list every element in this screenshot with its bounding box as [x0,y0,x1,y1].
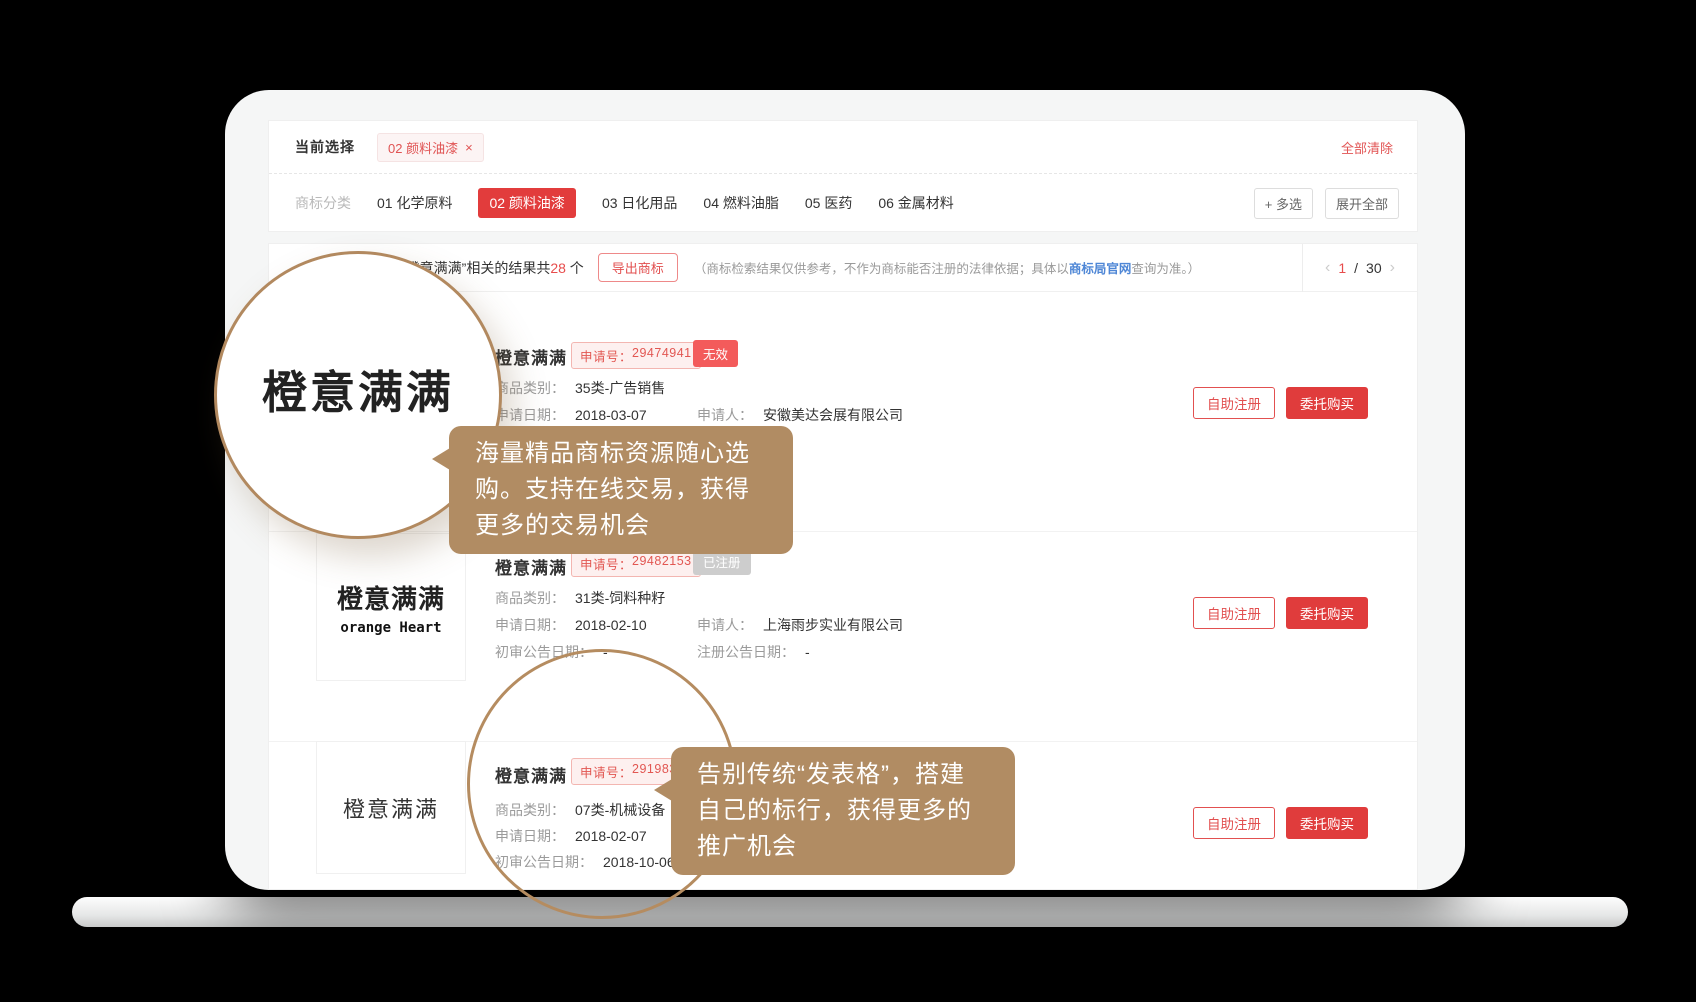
expand-all-button[interactable]: 展开全部 [1325,188,1399,219]
export-trademark-button[interactable]: 导出商标 [598,253,678,282]
category-item-05[interactable]: 05 医药 [805,193,852,213]
self-register-button-row2[interactable]: 自助注册 [1193,597,1275,629]
category-item-03[interactable]: 03 日化用品 [602,193,677,213]
total-pages: 30 [1366,260,1382,276]
magnified-trademark-text: 橙意满满 [262,356,454,421]
trademark-logo-subtext: orange Heart [340,620,441,636]
callout-bubble-promotion: 告别传统“发表格”，搭建自己的标行，获得更多的推广机会 [671,747,1015,875]
self-register-button-row1[interactable]: 自助注册 [1193,387,1275,419]
trademark-image-row2: 橙意满满 orange Heart [316,533,466,681]
applicant-field-row1: 申请人： 安徽美达会展有限公司 [697,405,903,425]
entrust-purchase-button-row3[interactable]: 委托购买 [1286,807,1368,839]
apply-date-field-row1: 申请日期： 2018-03-07 [495,405,647,425]
trademark-logo-text: 橙意满满 [343,792,439,824]
next-page-icon[interactable]: › [1390,259,1395,277]
trademark-logo-text: 橙意满满 [337,579,445,616]
application-number-row1: 申请号：29474941 [571,342,701,369]
results-disclaimer: （商标检索结果仅供参考，不作为商标能否注册的法律依据；具体以商标局官网查询为准。… [694,258,1200,277]
field-label: 申请人： [697,407,753,423]
current-selection-label: 当前选择 [295,137,355,157]
row-actions-row1: 自助注册 委托购买 [1193,387,1368,419]
application-number-row2: 申请号：29482153 [571,550,701,577]
category-field-row1: 商品类别： 35类-广告销售 [495,378,665,398]
field-label: 申请日期： [495,617,565,633]
field-label: 商品类别： [495,590,565,606]
field-label: 申请日期： [495,407,565,423]
field-label: 注册公告日期： [697,644,795,660]
field-value: 2018-02-10 [575,617,647,633]
category-item-01[interactable]: 01 化学原料 [377,193,452,213]
field-label: 申请人： [697,617,753,633]
selected-filter-tag-label: 02 颜料油漆 [388,138,458,157]
category-item-06[interactable]: 06 金属材料 [878,193,953,213]
prev-page-icon[interactable]: ‹ [1325,259,1330,277]
row-actions-row3: 自助注册 委托购买 [1193,807,1368,839]
category-row-label: 商标分类 [295,193,351,213]
bubble-pointer-icon [432,448,450,470]
entrust-purchase-button-row1[interactable]: 委托购买 [1286,387,1368,419]
field-value: 31类-饲料种籽 [575,590,665,606]
applicant-field-row2: 申请人： 上海雨步实业有限公司 [697,615,903,635]
field-label: 商品类别： [495,380,565,396]
trademark-name-row1: 橙意满满 [495,344,567,369]
app-no-value: 29482153 [632,554,692,573]
self-register-button-row3[interactable]: 自助注册 [1193,807,1275,839]
results-count: 28 [550,260,566,276]
field-value: 2018-03-07 [575,407,647,423]
category-actions: + 多选 展开全部 [1254,188,1399,219]
disclaimer-suffix: 查询为准。） [1131,262,1200,276]
results-summary-suffix: 个 [566,260,584,276]
remove-tag-icon[interactable]: × [465,140,473,155]
page-separator: / [1354,260,1358,276]
filter-panel: 当前选择 02 颜料油漆 × 全部清除 商标分类 01 化学原料 02 颜料油漆… [268,120,1418,232]
current-selection-row: 当前选择 02 颜料油漆 × 全部清除 [269,121,1417,174]
current-page: 1 [1338,260,1346,276]
callout-text: 告别传统“发表格”，搭建自己的标行，获得更多的推广机会 [697,761,972,860]
trademark-office-link[interactable]: 商标局官网 [1069,262,1132,276]
multi-select-button[interactable]: + 多选 [1254,188,1313,219]
row-actions-row2: 自助注册 委托购买 [1193,597,1368,629]
app-no-label: 申请号： [580,554,632,573]
app-no-label: 申请号： [580,346,632,365]
disclaimer-prefix: （商标检索结果仅供参考，不作为商标能否注册的法律依据；具体以 [694,262,1069,276]
category-item-04[interactable]: 04 燃料油脂 [703,193,778,213]
laptop-base [72,897,1628,927]
category-field-row2: 商品类别： 31类-饲料种籽 [495,588,665,608]
category-item-02-selected[interactable]: 02 颜料油漆 [478,188,575,218]
bubble-pointer-icon [654,779,672,801]
callout-text: 海量精品商标资源随心选购。支持在线交易，获得更多的交易机会 [475,440,750,539]
status-badge-invalid: 无效 [693,340,738,367]
field-value: 35类-广告销售 [575,380,665,396]
category-row: 商标分类 01 化学原料 02 颜料油漆 03 日化用品 04 燃料油脂 05 … [269,174,1417,232]
entrust-purchase-button-row2[interactable]: 委托购买 [1286,597,1368,629]
pagination: ‹ 1 / 30 › [1302,244,1417,292]
apply-date-field-row2: 申请日期： 2018-02-10 [495,615,647,635]
reg-publication-field-row2: 注册公告日期：- [697,642,810,662]
field-value: 安徽美达会展有限公司 [763,407,903,423]
row-divider [269,531,1417,532]
selected-filter-tag[interactable]: 02 颜料油漆 × [377,133,484,162]
trademark-name-row2: 橙意满满 [495,554,567,579]
trademark-image-row3: 橙意满满 [316,741,466,874]
clear-all-button[interactable]: 全部清除 [1341,138,1393,157]
field-value: - [805,644,810,660]
callout-bubble-marketplace: 海量精品商标资源随心选购。支持在线交易，获得更多的交易机会 [449,426,793,554]
app-no-value: 29474941 [632,346,692,365]
field-value: 上海雨步实业有限公司 [763,617,903,633]
